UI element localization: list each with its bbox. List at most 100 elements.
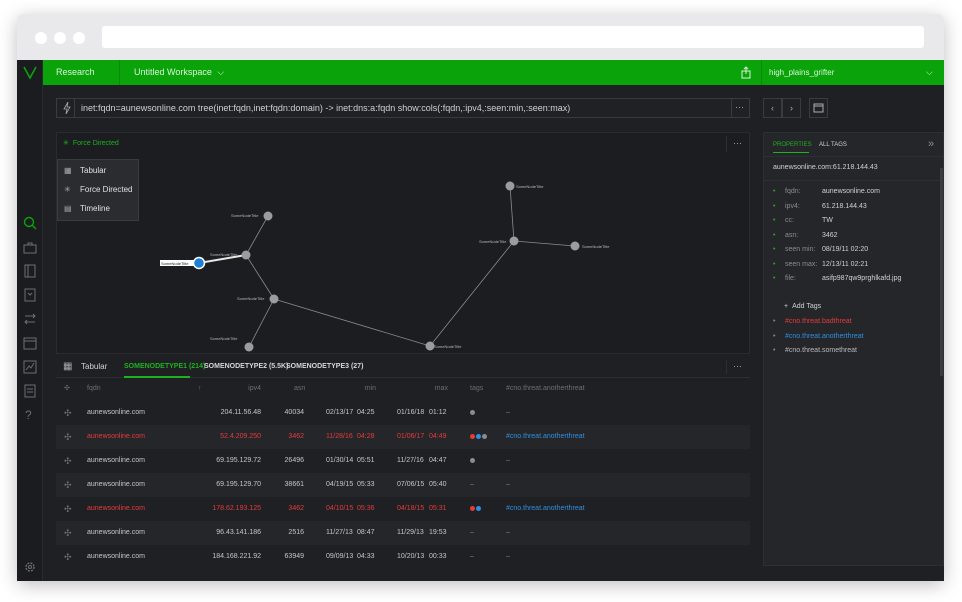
tag-item[interactable]: #cno.threat.badthreat [785, 318, 852, 325]
col-asn[interactable]: asn [294, 379, 305, 399]
briefcase-icon[interactable] [23, 241, 37, 255]
tab-somenodetype3[interactable]: SOMENODETYPE3 (27) [286, 356, 363, 378]
cell-max-date: 11/29/13 [397, 529, 424, 536]
window-close-dot[interactable] [35, 32, 47, 44]
plus-icon: + [784, 303, 789, 310]
tab-properties[interactable]: PROPERTIES [773, 142, 812, 148]
cell-tag-name: – [506, 409, 510, 416]
graph-edge [429, 240, 515, 347]
graph-node-selected [192, 256, 206, 270]
collapse-panel-icon[interactable]: » [928, 138, 934, 150]
sync-icon[interactable] [23, 312, 37, 326]
col-tags[interactable]: tags [470, 379, 483, 399]
cell-min-date: 01/30/14 [326, 457, 354, 464]
cell-tags: – [470, 553, 474, 560]
book-icon[interactable] [23, 264, 37, 278]
user-menu[interactable]: high_plains_grifter [769, 60, 834, 85]
add-tags-button[interactable]: + Add Tags [784, 303, 821, 310]
col-tag-name[interactable]: #cno.threat.anotherthreat [506, 379, 585, 399]
chevron-left-icon: ‹ [771, 103, 774, 113]
grid-header: ✣ fqdn ↑ ipv4 asn min max tags #cno.thre… [56, 379, 750, 399]
cell-asn: 3462 [288, 505, 304, 512]
col-fqdn[interactable]: fqdn [87, 379, 101, 399]
cell-asn: 3462 [288, 433, 304, 440]
tag-item[interactable]: #cno.threat.somethreat [785, 347, 857, 354]
query-text[interactable]: inet:fqdn=aunewsonline.com tree(inet:fqd… [81, 99, 570, 117]
cell-asn: 38661 [284, 481, 304, 488]
field-key: ipv4: [785, 202, 800, 210]
window-maximize-dot[interactable] [73, 32, 85, 44]
col-min[interactable]: min [356, 379, 376, 399]
row-expand-icon[interactable]: ✣ [64, 521, 72, 545]
table-row[interactable]: ✣ aunewsonline.com 52.4.209.250 3462 11/28/1… [56, 425, 750, 449]
app-window: ? Research Untitled Workspace ⌵ high_pla… [17, 60, 944, 581]
share-icon[interactable] [740, 66, 752, 79]
tab-somenodetype2[interactable]: SOMENODETYPE2 (5.5K) [204, 356, 288, 378]
cell-ipv4: 184.168.221.92 [212, 553, 261, 560]
help-icon[interactable]: ? [25, 408, 32, 422]
properties-scrollbar[interactable] [940, 168, 943, 376]
cell-asn: 40034 [284, 409, 304, 416]
cell-max-time: 05:40 [429, 481, 447, 488]
query-more-button[interactable]: ··· [735, 99, 744, 115]
table-row[interactable]: ✣ aunewsonline.com 178.62.193.125 3462 04/10… [56, 497, 750, 521]
field-key: asn: [785, 231, 799, 239]
node-label: SomeNodeTitle [434, 344, 462, 349]
node-label: SomeNodeTitle [237, 296, 265, 301]
row-expand-icon[interactable]: ✣ [64, 497, 72, 521]
cell-fqdn: aunewsonline.com [87, 409, 145, 416]
table-row[interactable]: ✣ aunewsonline.com 184.168.221.92 63949 09/0… [56, 545, 750, 569]
table-row[interactable]: ✣ aunewsonline.com 69.195.129.72 26496 01/30… [56, 449, 750, 473]
row-expand-icon[interactable]: ✣ [64, 473, 72, 497]
workspace-selector[interactable]: Untitled Workspace ⌵ [134, 60, 224, 85]
calendar-icon[interactable] [23, 336, 37, 350]
panel-toggle-button[interactable] [809, 98, 828, 118]
settings-gear-icon[interactable] [23, 560, 37, 574]
node-label: SomeNodeTitle [231, 213, 259, 218]
row-expand-icon[interactable]: ✣ [64, 545, 72, 569]
document-icon[interactable] [23, 384, 37, 398]
tab-all-tags[interactable]: ALL TAGS [819, 142, 847, 148]
table-row[interactable]: ✣ aunewsonline.com 69.195.129.70 38661 04/19… [56, 473, 750, 497]
cell-min-date: 02/13/17 [326, 409, 354, 416]
search-icon[interactable] [22, 215, 38, 231]
selected-node-label: SomeNodeTitle [161, 261, 189, 266]
back-button[interactable]: ‹ [763, 98, 782, 118]
table-row[interactable]: ✣ aunewsonline.com 204.11.56.48 40034 02/13/… [56, 401, 750, 425]
header-drag-icon: ✣ [64, 385, 70, 392]
tab-somenodetype1[interactable]: SOMENODETYPE1 (214) [124, 356, 205, 378]
cell-asn: 26496 [284, 457, 304, 464]
chevron-right-icon: › [790, 103, 793, 113]
chart-icon[interactable] [23, 360, 37, 374]
cell-tags: – [470, 481, 474, 488]
tag-dot [470, 457, 475, 463]
row-expand-icon[interactable]: ✣ [64, 401, 72, 425]
cell-min-time: 04:28 [357, 433, 375, 440]
cell-tag-name[interactable]: #cno.threat.anotherthreat [506, 497, 585, 521]
address-bar[interactable] [102, 26, 924, 48]
user-chevron-icon[interactable]: ⌵ [926, 60, 933, 85]
cell-max-time: 00:33 [429, 553, 447, 560]
row-expand-icon[interactable]: ✣ [64, 449, 72, 473]
grid-view-label[interactable]: Tabular [81, 356, 107, 378]
node-label: SomeNodeTitle [582, 244, 610, 249]
sort-arrow-icon[interactable]: ↑ [198, 379, 202, 399]
history-icon[interactable] [23, 288, 37, 302]
cell-tag-name[interactable]: #cno.threat.anotherthreat [506, 425, 585, 449]
query-bar[interactable]: inet:fqdn=aunewsonline.com tree(inet:fqd… [56, 98, 750, 118]
cell-fqdn: aunewsonline.com [87, 553, 145, 560]
tag-item[interactable]: #cno.threat.anotherthreat [785, 333, 864, 340]
node-label: SomeNodeTitle [210, 252, 238, 257]
col-ipv4[interactable]: ipv4 [236, 379, 261, 399]
grid-more-button[interactable]: ··· [726, 360, 748, 374]
forward-button[interactable]: › [782, 98, 801, 118]
window-icon [813, 103, 824, 113]
row-expand-icon[interactable]: ✣ [64, 425, 72, 449]
force-graph[interactable]: SomeNodeTitle SomeNodeTitle SomeNodeTitl… [57, 133, 751, 355]
table-row[interactable]: ✣ aunewsonline.com 96.43.141.186 2516 11/27/… [56, 521, 750, 545]
node-label: SomeNodeTitle [210, 336, 238, 341]
research-nav[interactable]: Research [56, 60, 95, 85]
col-max[interactable]: max [426, 379, 448, 399]
window-minimize-dot[interactable] [54, 32, 66, 44]
node-label: SomeNodeTitle [479, 239, 507, 244]
